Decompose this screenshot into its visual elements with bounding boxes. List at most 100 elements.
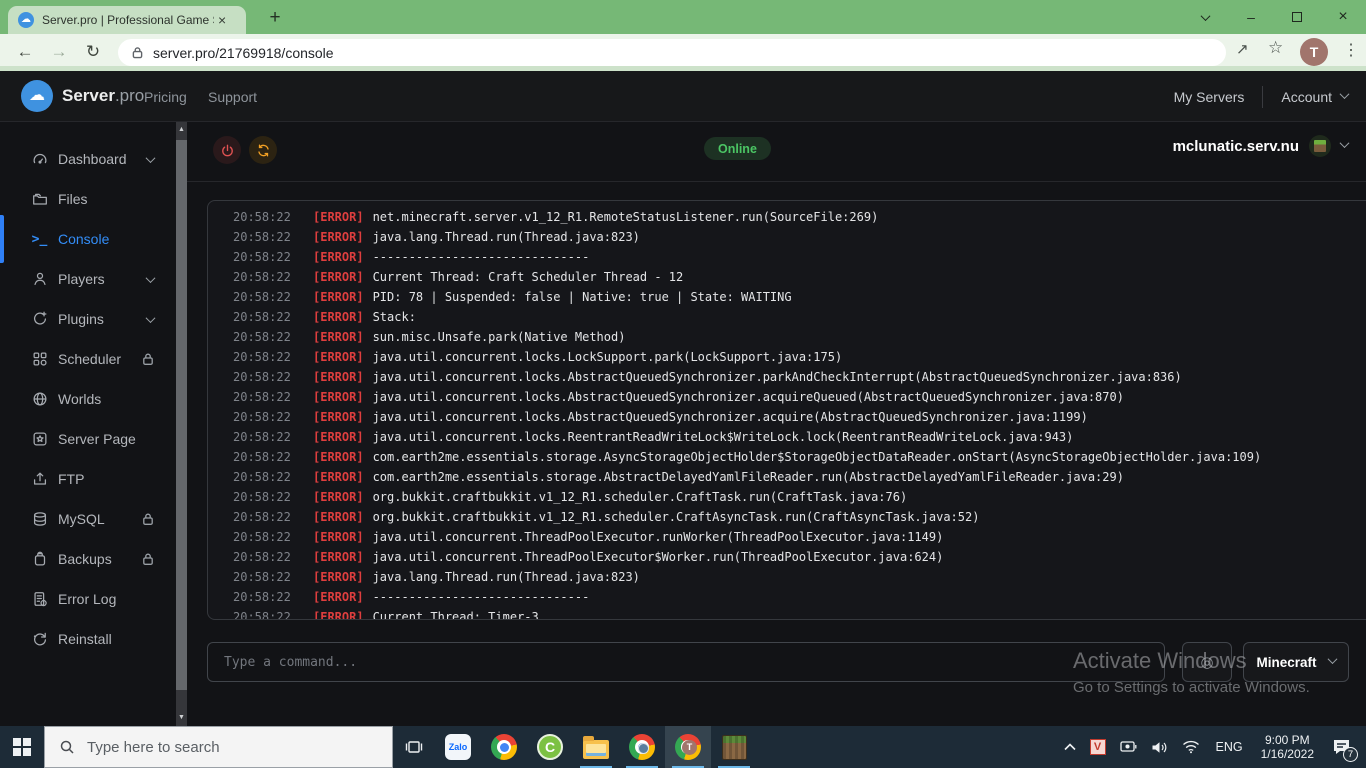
task-view-icon[interactable] — [393, 726, 435, 768]
log-row: 20:58:22 [ERROR] java.util.concurrent.Thre… — [208, 527, 1366, 547]
taskbar-app-minecraft[interactable] — [711, 726, 757, 768]
log-level-tag: [ERROR] — [313, 410, 364, 424]
profile-avatar[interactable]: T — [1300, 38, 1328, 66]
minimize-button[interactable]: – — [1228, 0, 1274, 34]
volume-icon[interactable] — [1144, 726, 1175, 768]
log-message: Stack: — [372, 310, 416, 324]
version-dropdown[interactable]: Minecraft — [1243, 642, 1349, 682]
server-name: mclunatic.serv.nu — [1172, 137, 1299, 155]
refresh-page-icon[interactable]: ↻ — [80, 39, 106, 65]
v-app-icon[interactable]: V — [1083, 726, 1113, 768]
sidebar-item-console[interactable]: >_ Console — [0, 215, 176, 263]
taskbar-search[interactable]: Type here to search — [44, 726, 393, 768]
console-action-button[interactable]: ◎ — [1182, 642, 1232, 682]
console-output[interactable]: 20:58:22 [ERROR] net.minecraft.server.v1_1… — [207, 200, 1366, 620]
browser-tab[interactable]: ☁ Server.pro | Professional Game Se × — [8, 6, 246, 34]
tab-close-icon[interactable]: × — [218, 12, 226, 28]
window-controls: – × — [1182, 0, 1366, 34]
scroll-up-icon[interactable]: ▲ — [176, 124, 187, 136]
sidebar-item-dashboard[interactable]: Dashboard — [0, 139, 176, 179]
maximize-button[interactable] — [1274, 0, 1320, 34]
command-input[interactable] — [207, 642, 1165, 682]
sidebar-item-backups[interactable]: Backups — [0, 539, 176, 579]
sidebar-item-label: Console — [58, 231, 110, 247]
sidebar-item-error-log[interactable]: Error Log — [0, 579, 176, 619]
coccoc-icon: C — [537, 734, 563, 760]
back-icon[interactable]: ← — [12, 39, 38, 65]
clock[interactable]: 9:00 PM 1/16/2022 — [1252, 726, 1323, 768]
taskbar-app-explorer[interactable] — [573, 726, 619, 768]
error-log-icon — [30, 590, 49, 609]
windows-logo-icon — [13, 738, 31, 756]
log-message: org.bukkit.craftbukkit.v1_12_R1.schedule… — [372, 510, 980, 524]
sidebar-item-label: MySQL — [58, 511, 105, 527]
worlds-icon — [30, 390, 49, 409]
server-selector[interactable]: mclunatic.serv.nu — [1172, 135, 1350, 157]
browser-menu-icon[interactable]: ⋮ — [1343, 40, 1359, 60]
start-button[interactable] — [0, 726, 44, 768]
taskbar-app-coccoc[interactable]: C — [527, 726, 573, 768]
players-icon — [30, 270, 49, 289]
log-timestamp: 20:58:22 — [233, 430, 291, 444]
tab-search-icon[interactable] — [1182, 0, 1228, 34]
files-icon — [30, 190, 49, 209]
sidebar-item-worlds[interactable]: Worlds — [0, 379, 176, 419]
language-indicator[interactable]: ENG — [1207, 726, 1252, 768]
serverpro-logo-icon[interactable]: ☁ — [21, 80, 53, 112]
taskbar-app-chrome-active[interactable]: T — [665, 726, 711, 768]
window-close-button[interactable]: × — [1320, 0, 1366, 34]
sidebar-item-ftp[interactable]: FTP — [0, 459, 176, 499]
system-tray: V ENG 9:00 PM 1/16/2022 7 — [1057, 726, 1366, 768]
new-tab-button[interactable]: + — [262, 5, 288, 31]
chevron-down-icon — [1339, 138, 1350, 149]
log-message: java.util.concurrent.ThreadPoolExecutor.… — [372, 530, 944, 544]
sidebar-item-files[interactable]: Files — [0, 179, 176, 219]
address-bar[interactable]: server.pro/21769918/console — [118, 39, 1226, 66]
log-timestamp: 20:58:22 — [233, 210, 291, 224]
log-timestamp: 20:58:22 — [233, 490, 291, 504]
taskbar-app-chrome[interactable] — [481, 726, 527, 768]
sidebar-scroll-thumb[interactable] — [176, 140, 187, 690]
wifi-icon[interactable] — [1175, 726, 1207, 768]
share-icon[interactable]: ↗ — [1236, 40, 1249, 58]
log-message: java.lang.Thread.run(Thread.java:823) — [372, 570, 640, 584]
ftp-icon — [30, 470, 49, 489]
taskbar-app-zalo[interactable]: Zalo — [435, 726, 481, 768]
grass-block-icon — [1309, 135, 1331, 157]
sidebar-item-mysql[interactable]: MySQL — [0, 499, 176, 539]
cast-icon[interactable] — [1113, 726, 1144, 768]
log-level-tag: [ERROR] — [313, 330, 364, 344]
forward-icon[interactable]: → — [46, 39, 72, 65]
status-badge: Online — [704, 137, 771, 160]
log-row: 20:58:22 [ERROR] Current Thread: Craft Sch… — [208, 267, 1366, 287]
log-timestamp: 20:58:22 — [233, 510, 291, 524]
nav-my-servers[interactable]: My Servers — [1174, 89, 1245, 105]
sidebar-scrollbar[interactable]: ▲ ▼ — [176, 122, 187, 726]
log-message: net.minecraft.server.v1_12_R1.RemoteStat… — [372, 210, 879, 224]
sidebar-item-reinstall[interactable]: Reinstall — [0, 619, 176, 659]
log-row: 20:58:22 [ERROR] java.util.concurrent.lock… — [208, 387, 1366, 407]
log-timestamp: 20:58:22 — [233, 470, 291, 484]
sidebar-item-scheduler[interactable]: Scheduler — [0, 339, 176, 379]
sidebar-item-plugins[interactable]: Plugins — [0, 299, 176, 339]
zalo-icon: Zalo — [445, 734, 471, 760]
restart-button[interactable] — [249, 136, 277, 164]
sidebar-item-players[interactable]: Players — [0, 259, 176, 299]
scroll-down-icon[interactable]: ▼ — [176, 712, 187, 724]
log-level-tag: [ERROR] — [313, 310, 364, 324]
sidebar-item-server-page[interactable]: Server Page — [0, 419, 176, 459]
notification-center-icon[interactable]: 7 — [1323, 726, 1366, 768]
file-explorer-icon — [583, 735, 609, 759]
taskbar-app-chrome-profile[interactable] — [619, 726, 665, 768]
power-button[interactable] — [213, 136, 241, 164]
tray-chevron-up-icon[interactable] — [1057, 726, 1083, 768]
log-row: 20:58:22 [ERROR] java.util.concurrent.lock… — [208, 427, 1366, 447]
sidebar-item-label: Dashboard — [58, 151, 127, 167]
scheduler-icon — [30, 350, 49, 369]
nav-support[interactable]: Support — [208, 89, 257, 105]
bookmark-star-icon[interactable]: ☆ — [1268, 38, 1283, 58]
brand-name[interactable]: Server.pro — [62, 86, 144, 106]
log-level-tag: [ERROR] — [313, 450, 364, 464]
account-menu[interactable]: Account — [1281, 89, 1350, 105]
nav-pricing[interactable]: Pricing — [144, 89, 187, 105]
